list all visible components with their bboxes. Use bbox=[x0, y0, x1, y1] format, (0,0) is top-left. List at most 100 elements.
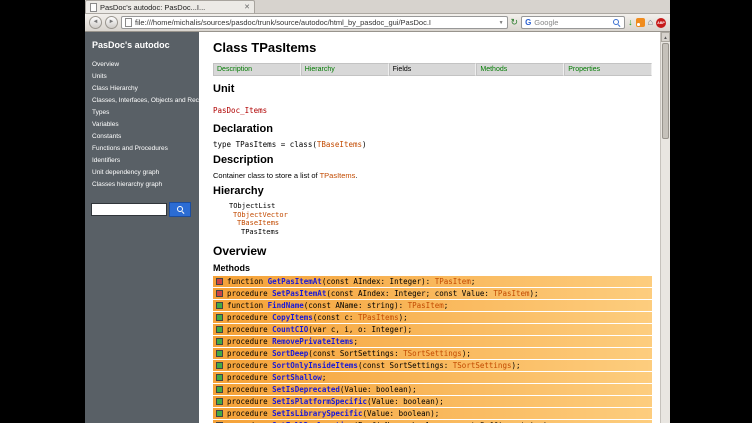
browser-window: PasDoc's autodoc: PasDoc...I... ✕ ◄ ► fi… bbox=[85, 0, 670, 423]
code-text: procedure bbox=[227, 349, 272, 358]
sidebar-search bbox=[91, 202, 193, 217]
page-title: Class TPasItems bbox=[213, 40, 654, 55]
rss-icon[interactable] bbox=[636, 18, 645, 27]
code-text: procedure bbox=[227, 289, 272, 298]
tab-close-icon[interactable]: ✕ bbox=[244, 3, 250, 11]
home-icon[interactable]: ⌂ bbox=[648, 16, 653, 29]
nav-tab-fields: Fields bbox=[389, 63, 477, 76]
member-declaration: procedure SortDeep(const SortSettings: T… bbox=[227, 349, 471, 358]
member-name-link[interactable]: CountCIO bbox=[272, 325, 308, 334]
sidebar-item-classes-hierarchy-graph[interactable]: Classes hierarchy graph bbox=[85, 178, 199, 190]
scroll-up-icon[interactable]: ▲ bbox=[661, 32, 670, 42]
member-name-link[interactable]: SortShallow bbox=[272, 373, 322, 382]
visibility-public-icon bbox=[216, 410, 223, 417]
code-text: (const c: bbox=[313, 313, 358, 322]
sidebar-item-variables[interactable]: Variables bbox=[85, 118, 199, 130]
code-text: ); bbox=[399, 313, 408, 322]
member-declaration: procedure SortShallow; bbox=[227, 373, 326, 382]
code-text: procedure bbox=[227, 409, 272, 418]
nav-tab-hierarchy[interactable]: Hierarchy bbox=[301, 63, 389, 76]
type-link[interactable]: TSortSettings bbox=[403, 349, 462, 358]
adblock-icon[interactable]: ABP bbox=[656, 18, 666, 28]
nav-tab-description[interactable]: Description bbox=[213, 63, 301, 76]
sidebar-item-overview[interactable]: Overview bbox=[85, 58, 199, 70]
url-dropdown-icon[interactable]: ▼ bbox=[499, 20, 504, 26]
member-name-link[interactable]: SetIsLibrarySpecific bbox=[272, 409, 362, 418]
visibility-public-icon bbox=[216, 386, 223, 393]
unit-link[interactable]: PasDoc_Items bbox=[213, 106, 267, 115]
hierarchy-list: TObjectListTObjectVectorTBaseItemsTPasIt… bbox=[229, 202, 654, 236]
sidebar-item-units[interactable]: Units bbox=[85, 70, 199, 82]
type-link[interactable]: TPasItems bbox=[358, 313, 399, 322]
member-declaration: procedure CountCIO(var c, i, o: Integer)… bbox=[227, 325, 412, 334]
member-name-link[interactable]: SortDeep bbox=[272, 349, 308, 358]
unit-heading: Unit bbox=[213, 83, 654, 95]
sidebar-item-functions-and-procedures[interactable]: Functions and Procedures bbox=[85, 142, 199, 154]
visibility-public-icon bbox=[216, 314, 223, 321]
member-name-link[interactable]: FindName bbox=[268, 301, 304, 310]
declaration-heading: Declaration bbox=[213, 123, 654, 135]
sidebar-item-class-hierarchy[interactable]: Class Hierarchy bbox=[85, 82, 199, 94]
forward-button[interactable]: ► bbox=[105, 16, 118, 29]
nav-tab-properties[interactable]: Properties bbox=[564, 63, 652, 76]
sidebar-search-button[interactable] bbox=[169, 202, 191, 217]
browser-tab[interactable]: PasDoc's autodoc: PasDoc...I... ✕ bbox=[85, 0, 255, 13]
scrollbar-thumb[interactable] bbox=[662, 43, 669, 139]
nav-tab-methods[interactable]: Methods bbox=[476, 63, 564, 76]
code-text: . bbox=[355, 171, 357, 180]
back-button[interactable]: ◄ bbox=[89, 16, 102, 29]
member-row: procedure CopyItems(const c: TPasItems); bbox=[213, 312, 652, 323]
scrollbar[interactable]: ▲ bbox=[660, 32, 670, 423]
main-content: Class TPasItems DescriptionHierarchyFiel… bbox=[199, 32, 660, 423]
member-row: procedure CountCIO(var c, i, o: Integer)… bbox=[213, 324, 652, 335]
type-link[interactable]: TPasItem bbox=[435, 277, 471, 286]
visibility-public-icon bbox=[216, 362, 223, 369]
visibility-public-icon bbox=[216, 350, 223, 357]
sidebar: PasDoc's autodoc OverviewUnitsClass Hier… bbox=[85, 32, 199, 423]
search-engine-label: Google bbox=[534, 18, 609, 27]
member-name-link[interactable]: SortOnlyInsideItems bbox=[272, 361, 358, 370]
search-icon bbox=[176, 205, 185, 214]
member-name-link[interactable]: SetIsPlatformSpecific bbox=[272, 397, 367, 406]
code-text: ; bbox=[322, 373, 327, 382]
member-name-link[interactable]: SetPasItemAt bbox=[272, 289, 326, 298]
address-bar[interactable]: file:///home/michalis/sources/pasdoc/tru… bbox=[121, 16, 508, 29]
sidebar-item-types[interactable]: Types bbox=[85, 106, 199, 118]
type-link[interactable]: TPasItem bbox=[408, 301, 444, 310]
member-row: procedure SortDeep(const SortSettings: T… bbox=[213, 348, 652, 359]
member-declaration: procedure SetIsDeprecated(Value: boolean… bbox=[227, 385, 417, 394]
web-search-box[interactable]: G Google bbox=[521, 16, 625, 29]
member-name-link[interactable]: SetIsDeprecated bbox=[272, 385, 340, 394]
type-link[interactable]: TBaseItems bbox=[317, 140, 362, 149]
download-arrow-icon[interactable]: ↓ bbox=[628, 16, 633, 29]
hierarchy-item-tbaseitems[interactable]: TBaseItems bbox=[237, 219, 654, 228]
sidebar-item-classes-interfaces-objects-and-records[interactable]: Classes, Interfaces, Objects and Records bbox=[85, 94, 199, 106]
member-declaration: procedure SortOnlyInsideItems(const Sort… bbox=[227, 361, 521, 370]
overview-heading: Overview bbox=[213, 244, 654, 258]
search-icon[interactable] bbox=[612, 18, 621, 27]
code-text: ); bbox=[511, 361, 520, 370]
google-icon: G bbox=[525, 17, 531, 28]
sidebar-item-identifiers[interactable]: Identifiers bbox=[85, 154, 199, 166]
tab-title: PasDoc's autodoc: PasDoc...I... bbox=[100, 3, 241, 12]
sidebar-item-constants[interactable]: Constants bbox=[85, 130, 199, 142]
member-declaration: procedure CopyItems(const c: TPasItems); bbox=[227, 313, 408, 322]
member-name-link[interactable]: RemovePrivateItems bbox=[272, 337, 353, 346]
declaration-code: type TPasItems = class(TBaseItems) bbox=[213, 140, 654, 149]
code-text: ; bbox=[444, 301, 449, 310]
reload-icon[interactable]: ↻ bbox=[511, 16, 519, 29]
type-link[interactable]: TPasItem bbox=[493, 289, 529, 298]
type-link[interactable]: TPasItems bbox=[320, 171, 356, 180]
code-text: procedure bbox=[227, 361, 272, 370]
sidebar-item-unit-dependency-graph[interactable]: Unit dependency graph bbox=[85, 166, 199, 178]
member-name-link[interactable]: GetPasItemAt bbox=[268, 277, 322, 286]
code-text: function bbox=[227, 301, 268, 310]
code-text: (const AName: string): bbox=[304, 301, 408, 310]
code-text: ) bbox=[362, 140, 367, 149]
hierarchy-item-tpasitems: TPasItems bbox=[241, 228, 654, 237]
type-link[interactable]: TSortSettings bbox=[453, 361, 512, 370]
code-text: (Value: boolean); bbox=[362, 409, 439, 418]
hierarchy-item-tobjectvector[interactable]: TObjectVector bbox=[233, 211, 654, 220]
sidebar-search-input[interactable] bbox=[91, 203, 167, 216]
member-name-link[interactable]: CopyItems bbox=[272, 313, 313, 322]
